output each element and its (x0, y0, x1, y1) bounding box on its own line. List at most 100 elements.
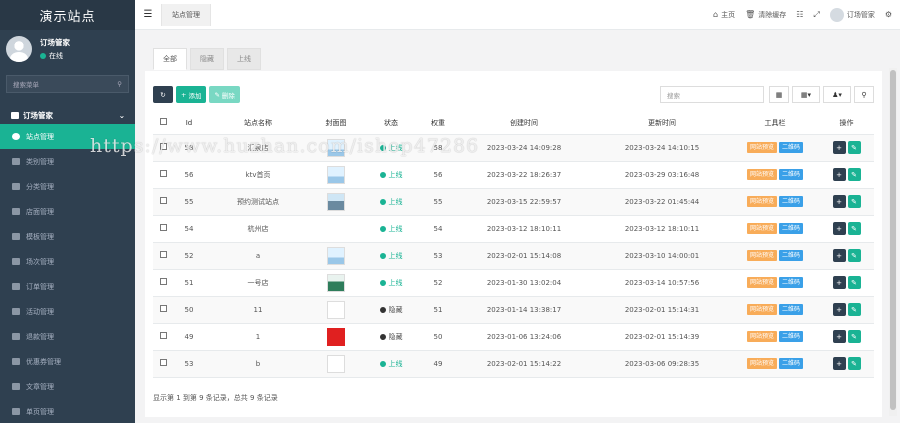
tab-hidden[interactable]: 隐藏 (190, 48, 224, 70)
qrcode-button[interactable]: 二维码 (779, 277, 804, 288)
sidebar-item-11[interactable]: 单页管理 (0, 399, 135, 423)
user-menu[interactable]: 订场管家 (829, 7, 875, 22)
qrcode-button[interactable]: 二维码 (779, 223, 804, 234)
col-site-name[interactable]: 站点名称 (205, 112, 311, 135)
site-preview-button[interactable]: 网站预览 (746, 277, 777, 288)
page-tab-site-management[interactable]: 站点管理 (161, 3, 211, 26)
clear-cache-button[interactable]: 🗑 清除缓存 (745, 10, 786, 20)
cover-thumbnail[interactable] (327, 165, 345, 184)
avatar[interactable] (6, 35, 32, 62)
table-row[interactable]: 49 1 隐藏 50 2023-01-06 13:24:06 2023-02-01 15:… (153, 323, 874, 351)
sidebar-item-10[interactable]: 文章管理 (0, 374, 135, 399)
tab-online[interactable]: 上线 (227, 48, 261, 70)
row-checkbox[interactable] (153, 350, 173, 378)
delete-button[interactable]: ✎ 删除 (209, 86, 240, 103)
table-row[interactable]: 56 ktv首页 上线 56 2023-03-22 18:26:37 2023-03-29… (153, 161, 874, 189)
sidebar-item-8[interactable]: 退款管理 (0, 324, 135, 349)
edit-icon[interactable]: ✎ (847, 357, 861, 370)
edit-icon[interactable]: ✎ (847, 195, 861, 208)
row-checkbox[interactable] (153, 296, 173, 324)
home-link[interactable]: ⌂ 主页 (713, 10, 735, 20)
edit-icon[interactable]: ✎ (847, 168, 861, 181)
col-id[interactable]: Id (173, 112, 205, 135)
sidebar-item-7[interactable]: 活动管理 (0, 299, 135, 324)
plus-icon[interactable]: + (832, 357, 846, 370)
vertical-scrollbar[interactable] (889, 68, 897, 416)
sidebar-item-1[interactable]: 类别管理 (0, 149, 135, 174)
row-checkbox[interactable] (153, 161, 173, 189)
menu-group-header[interactable]: 订场管家 ⌄ (0, 106, 135, 124)
col-updated[interactable]: 更新时间 (593, 112, 731, 135)
table-row[interactable]: 54 杭州店 上线 54 2023-03-12 18:10:11 2023-03-12 1… (153, 215, 874, 243)
plus-icon[interactable]: + (832, 141, 846, 154)
menu-toggle-icon[interactable]: ☰ (135, 9, 161, 20)
site-preview-button[interactable]: 网站预览 (746, 223, 777, 234)
cover-thumbnail[interactable] (327, 138, 345, 157)
sidebar-item-3[interactable]: 店面管理 (0, 199, 135, 224)
row-checkbox[interactable] (153, 215, 173, 243)
cover-thumbnail[interactable] (327, 354, 345, 373)
col-created[interactable]: 创建时间 (455, 112, 593, 135)
refresh-button[interactable]: ↻ (153, 86, 173, 103)
sidebar-item-6[interactable]: 订单管理 (0, 274, 135, 299)
row-checkbox[interactable] (153, 188, 173, 216)
qrcode-button[interactable]: 二维码 (779, 196, 804, 207)
edit-icon[interactable]: ✎ (847, 303, 861, 316)
table-row[interactable]: 51 一号店 上线 52 2023-01-30 13:02:04 2023-03-14 1… (153, 269, 874, 297)
plus-icon[interactable]: + (832, 330, 846, 343)
table-row[interactable]: 58 汇泉店 上线 58 2023-03-24 14:09:28 2023-03-24 1… (153, 134, 874, 162)
plus-icon[interactable]: + (832, 303, 846, 316)
sidebar-item-5[interactable]: 场次管理 (0, 249, 135, 274)
site-preview-button[interactable]: 网站预览 (746, 250, 777, 261)
plus-icon[interactable]: + (832, 195, 846, 208)
site-preview-button[interactable]: 网站预览 (746, 196, 777, 207)
qrcode-button[interactable]: 二维码 (779, 358, 804, 369)
columns-dropdown-icon[interactable]: ▦▾ (792, 86, 820, 103)
site-preview-button[interactable]: 网站预览 (746, 331, 777, 342)
qrcode-button[interactable]: 二维码 (779, 142, 804, 153)
sidebar-item-0[interactable]: 站点管理 (0, 124, 135, 149)
scrollbar-thumb[interactable] (890, 70, 896, 410)
row-checkbox[interactable] (153, 134, 173, 162)
toggle-view-icon[interactable]: ▦ (769, 86, 789, 103)
plus-icon[interactable]: + (832, 249, 846, 262)
table-search-input[interactable]: 搜索 (660, 86, 764, 103)
table-row[interactable]: 55 预约测试站点 上线 55 2023-03-15 22:59:57 2023-03-2… (153, 188, 874, 216)
sidebar-item-2[interactable]: 分类管理 (0, 174, 135, 199)
table-row[interactable]: 50 11 隐藏 51 2023-01-14 13:38:17 2023-02-01 15… (153, 296, 874, 324)
table-row[interactable]: 53 b 上线 49 2023-02-01 15:14:22 2023-03-06 09:… (153, 350, 874, 378)
edit-icon[interactable]: ✎ (847, 141, 861, 154)
qrcode-button[interactable]: 二维码 (779, 169, 804, 180)
table-row[interactable]: 52 a 上线 53 2023-02-01 15:14:08 2023-03-10 14:… (153, 242, 874, 270)
add-button[interactable]: + 添加 (176, 86, 207, 103)
sidebar-item-9[interactable]: 优惠券管理 (0, 349, 135, 374)
select-all-checkbox[interactable] (153, 112, 173, 135)
edit-icon[interactable]: ✎ (847, 249, 861, 262)
cover-thumbnail[interactable] (327, 246, 345, 265)
row-checkbox[interactable] (153, 269, 173, 297)
site-preview-button[interactable]: 网站预览 (746, 142, 777, 153)
qrcode-button[interactable]: 二维码 (779, 250, 804, 261)
search-toggle-icon[interactable]: ⚲ (854, 86, 874, 103)
qrcode-button[interactable]: 二维码 (779, 331, 804, 342)
site-preview-button[interactable]: 网站预览 (746, 358, 777, 369)
translate-icon[interactable]: ☷ (796, 10, 803, 19)
edit-icon[interactable]: ✎ (847, 222, 861, 235)
tab-all[interactable]: 全部 (153, 48, 187, 70)
menu-search-input[interactable]: 搜索菜单 ⚲ (6, 75, 129, 93)
export-dropdown-icon[interactable]: ♟▾ (823, 86, 851, 103)
site-preview-button[interactable]: 网站预览 (746, 169, 777, 180)
row-checkbox[interactable] (153, 323, 173, 351)
qrcode-button[interactable]: 二维码 (779, 304, 804, 315)
plus-icon[interactable]: + (832, 276, 846, 289)
cover-thumbnail[interactable] (327, 327, 345, 346)
cover-thumbnail[interactable] (327, 192, 345, 211)
sidebar-item-4[interactable]: 模板管理 (0, 224, 135, 249)
site-preview-button[interactable]: 网站预览 (746, 304, 777, 315)
cover-thumbnail[interactable] (327, 300, 345, 319)
settings-icon[interactable]: ⚙ (885, 10, 892, 19)
fullscreen-icon[interactable]: ⤢ (813, 10, 819, 20)
cover-thumbnail[interactable] (327, 273, 345, 292)
row-checkbox[interactable] (153, 242, 173, 270)
edit-icon[interactable]: ✎ (847, 330, 861, 343)
